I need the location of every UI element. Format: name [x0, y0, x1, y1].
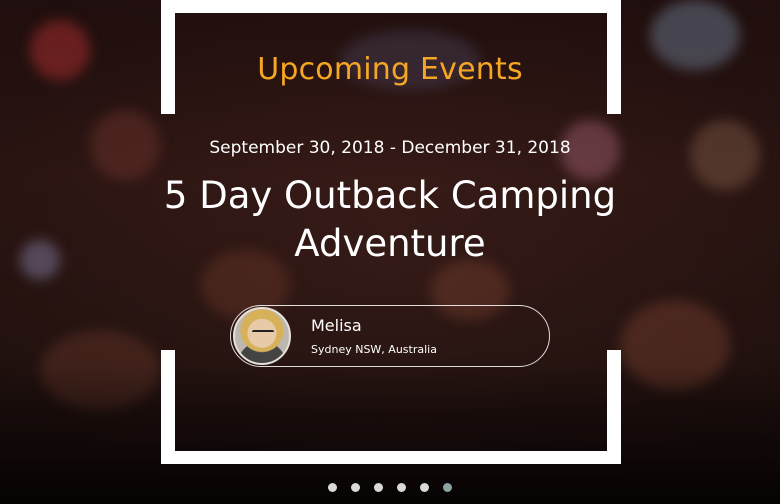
- carousel-dot-2[interactable]: [351, 483, 360, 492]
- carousel-dot-3[interactable]: [374, 483, 383, 492]
- bokeh-light: [20, 240, 60, 280]
- carousel-dot-1[interactable]: [328, 483, 337, 492]
- event-title[interactable]: 5 Day Outback Camping Adventure: [120, 172, 660, 268]
- host-card[interactable]: Melisa Sydney NSW, Australia: [230, 305, 550, 367]
- frame-bottom-bracket: [161, 350, 621, 464]
- carousel-dot-4[interactable]: [397, 483, 406, 492]
- host-name: Melisa: [311, 316, 362, 335]
- carousel-pagination: [0, 483, 780, 492]
- event-date-range: September 30, 2018 - December 31, 2018: [209, 138, 571, 158]
- host-location: Sydney NSW, Australia: [311, 343, 437, 356]
- avatar: [233, 307, 291, 365]
- carousel-dot-6[interactable]: [443, 483, 452, 492]
- avatar-glasses: [252, 330, 274, 338]
- carousel-dot-5[interactable]: [420, 483, 429, 492]
- section-title: Upcoming Events: [257, 52, 523, 87]
